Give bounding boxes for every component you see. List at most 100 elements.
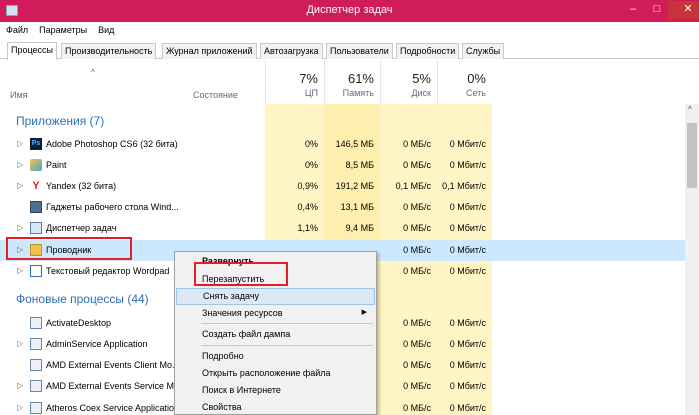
process-name: AMD External Events Service Mo... [46, 381, 187, 391]
maximize-button[interactable]: □ [646, 1, 668, 19]
menu-item-end-task[interactable]: Снять задачу [176, 288, 375, 305]
disk-value: 0 МБ/с [403, 403, 431, 413]
photoshop-icon: Ps [30, 138, 42, 150]
group-apps[interactable]: Приложения (7) [16, 114, 104, 128]
expand-chevron-icon[interactable]: ▷ [17, 381, 23, 390]
expand-chevron-icon[interactable]: ▷ [17, 139, 23, 148]
disk-value: 0 МБ/с [403, 139, 431, 149]
network-value: 0 Мбит/с [449, 266, 486, 276]
cpu-value: 0% [304, 139, 318, 149]
network-value: 0 Мбит/с [449, 160, 486, 170]
network-value: 0 Мбит/с [449, 202, 486, 212]
table-row[interactable]: Гаджеты рабочего стола Wind... 0,4% 13,1… [0, 197, 685, 218]
memory-value: 9,4 МБ [345, 223, 374, 233]
yandex-icon: Y [32, 180, 40, 192]
title-bar: Диспетчер задач – □ ✕ [0, 0, 699, 22]
memory-value: 8,5 МБ [345, 160, 374, 170]
network-value: 0 Мбит/с [449, 360, 486, 370]
cpu-value: 0% [304, 160, 318, 170]
expand-chevron-icon[interactable]: ▷ [17, 266, 23, 275]
memory-value: 13,1 МБ [340, 202, 374, 212]
process-name: Текстовый редактор Wordpad [46, 266, 170, 276]
column-disk[interactable]: 5% Диск [380, 60, 437, 104]
menu-file[interactable]: Файл [0, 22, 33, 35]
tab-services[interactable]: Службы [462, 43, 505, 59]
menu-item-properties[interactable]: Свойства [176, 399, 375, 415]
menu-item-details[interactable]: Подробно [176, 348, 375, 365]
vertical-scrollbar[interactable]: ^ [685, 104, 699, 415]
memory-label: Память [342, 88, 374, 98]
network-value: 0 Мбит/с [449, 223, 486, 233]
disk-value: 0 МБ/с [403, 160, 431, 170]
memory-value: 191,2 МБ [335, 181, 374, 191]
process-name: Yandex (32 бита) [46, 181, 117, 191]
tab-users[interactable]: Пользователи [326, 43, 393, 59]
cpu-value: 0,9% [297, 181, 318, 191]
disk-value: 0 МБ/с [403, 223, 431, 233]
expand-chevron-icon[interactable]: ▷ [17, 160, 23, 169]
menu-item-resource-values[interactable]: Значения ресурсов ▶ [176, 305, 375, 322]
column-header: ^ Имя Состояние 7% ЦП 61% Память 5% Диск… [0, 60, 685, 104]
scroll-up-icon[interactable]: ^ [688, 105, 692, 114]
disk-value: 0 МБ/с [403, 202, 431, 212]
column-state[interactable]: Состояние [193, 90, 238, 100]
menu-options[interactable]: Параметры [33, 22, 92, 35]
group-background[interactable]: Фоновые процессы (44) [16, 292, 149, 306]
menu-item-search-online[interactable]: Поиск в Интернете [176, 382, 375, 399]
minimize-button[interactable]: – [622, 1, 644, 19]
cpu-label: ЦП [304, 88, 318, 98]
tab-details[interactable]: Подробности [396, 43, 460, 59]
sort-indicator: ^ [91, 68, 95, 77]
menu-separator [201, 345, 373, 346]
network-value: 0 Мбит/с [449, 403, 486, 413]
tab-app-history[interactable]: Журнал приложений [162, 43, 257, 59]
process-name: ActivateDesktop [46, 318, 112, 328]
wordpad-icon [30, 265, 42, 277]
network-value: 0 Мбит/с [449, 245, 486, 255]
process-name: Atheros Coex Service Application [46, 403, 180, 413]
menu-item-create-dump[interactable]: Создать файл дампа [176, 326, 375, 343]
process-icon [30, 402, 42, 414]
process-name: AMD External Events Client Mo... [46, 360, 180, 370]
expand-chevron-icon[interactable]: ▷ [17, 181, 23, 190]
disk-value: 0 МБ/с [403, 360, 431, 370]
process-name: Гаджеты рабочего стола Wind... [46, 202, 179, 212]
tab-performance[interactable]: Производительность [61, 43, 157, 59]
column-cpu[interactable]: 7% ЦП [265, 60, 324, 104]
expand-chevron-icon[interactable]: ▷ [17, 339, 23, 348]
expand-chevron-icon[interactable]: ▷ [17, 403, 23, 412]
menu-bar: Файл Параметры Вид [0, 22, 699, 40]
cpu-value: 1,1% [297, 223, 318, 233]
gadgets-icon [30, 201, 42, 213]
column-name[interactable]: Имя [10, 90, 28, 100]
table-row[interactable]: ▷ Paint 0% 8,5 МБ 0 МБ/с 0 Мбит/с [0, 155, 685, 176]
expand-chevron-icon[interactable]: ▷ [17, 223, 23, 232]
cpu-value: 0,4% [297, 202, 318, 212]
tab-processes[interactable]: Процессы [7, 42, 58, 60]
submenu-arrow-icon: ▶ [361, 309, 367, 316]
table-row[interactable]: ▷ Диспетчер задач 1,1% 9,4 МБ 0 МБ/с 0 М… [0, 218, 685, 239]
network-total: 0% [467, 71, 486, 86]
process-icon [30, 380, 42, 392]
table-row[interactable]: ▷ Y Yandex (32 бита) 0,9% 191,2 МБ 0,1 М… [0, 176, 685, 197]
window-title: Диспетчер задач [306, 4, 393, 16]
network-value: 0 Мбит/с [449, 318, 486, 328]
paint-icon [30, 159, 42, 171]
taskmgr-icon [30, 222, 42, 234]
column-network[interactable]: 0% Сеть [437, 60, 492, 104]
tab-startup[interactable]: Автозагрузка [260, 43, 323, 59]
column-memory[interactable]: 61% Память [324, 60, 380, 104]
menu-view[interactable]: Вид [92, 22, 119, 35]
scroll-thumb[interactable] [687, 123, 697, 188]
network-value: 0,1 Мбит/с [442, 181, 486, 191]
table-row[interactable]: ▷ Ps Adobe Photoshop CS6 (32 бита) 0% 14… [0, 134, 685, 155]
disk-value: 0 МБ/с [403, 318, 431, 328]
tab-strip: Процессы Производительность Журнал прило… [0, 40, 699, 60]
process-name: Paint [46, 160, 67, 170]
process-name: AdminService Application [46, 339, 148, 349]
cpu-total: 7% [299, 71, 318, 86]
menu-item-open-location[interactable]: Открыть расположение файла [176, 365, 375, 382]
memory-value: 146,5 МБ [335, 139, 374, 149]
close-button[interactable]: ✕ [668, 1, 699, 19]
network-value: 0 Мбит/с [449, 381, 486, 391]
